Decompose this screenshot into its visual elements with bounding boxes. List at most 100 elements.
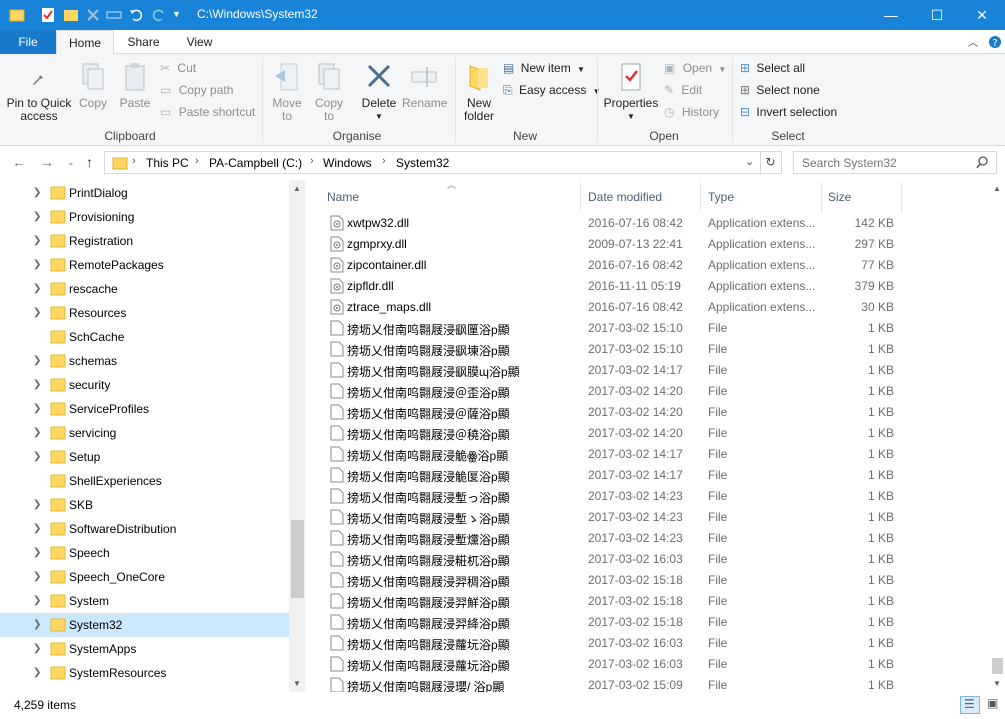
expand-chevron-icon[interactable]: ❯ [33,403,41,414]
expand-chevron-icon[interactable]: ❯ [33,307,41,318]
edit-button[interactable]: ✎ Edit [664,83,702,97]
file-row[interactable]: 搒坜乂佄南呜翾屐浸觤匽浴p顯 2017-03-02 14:17 File 1 KB [326,465,901,486]
rename-button[interactable]: Rename [402,62,447,110]
paste-button[interactable]: Paste [118,62,152,110]
back-arrow-icon[interactable]: ← [12,154,26,170]
file-row[interactable]: 搒坜乂佄南呜翾屐浸＠歪浴p顯 2017-03-02 14:20 File 1 KB [326,381,901,402]
file-list-scroll-thumb[interactable] [992,658,1003,674]
help-icon[interactable]: ? [988,35,1002,49]
tab-view[interactable]: View [171,30,228,54]
file-row[interactable]: 搒坜乂佄南呜翾屐浸羿鮮浴p顯 2017-03-02 15:18 File 1 KB [326,591,901,612]
file-row[interactable]: 搒坜乂佄南呜翾屐浸塹っ浴p顯 2017-03-02 14:23 File 1 KB [326,486,901,507]
customize-quick-access-chevron-icon[interactable]: ▼ [172,9,188,25]
cut-button[interactable]: ✂ Cut [160,61,196,75]
tab-home[interactable]: Home [56,30,114,55]
new-item-button[interactable]: ▤ New item ▼ [503,61,585,75]
up-arrow-icon[interactable]: ↑ [86,154,93,170]
expand-chevron-icon[interactable]: ❯ [33,235,41,246]
delete-icon[interactable] [85,7,101,23]
breadcrumb-separator-icon[interactable]: › [310,155,314,167]
column-divider[interactable] [700,183,701,211]
breadcrumb-separator-icon[interactable]: › [195,155,199,167]
tab-file[interactable]: File [0,30,56,54]
properties-button[interactable]: Properties ▼ [602,62,660,123]
file-row[interactable]: 搒坜乂佄南呜翾屐浸羿絳浴p顯 2017-03-02 15:18 File 1 KB [326,612,901,633]
breadcrumb-separator-icon[interactable]: › [132,155,136,167]
scroll-up-arrow-icon[interactable]: ▲ [293,184,301,193]
redo-icon[interactable] [151,7,167,23]
file-row[interactable]: 搒坜乂佄南呜翾屐浸蘿坃浴p顯 2017-03-02 16:03 File 1 KB [326,654,901,675]
file-row[interactable]: 搒坜乂佄南呜翾屐浸蘿坃浴p顯 2017-03-02 16:03 File 1 KB [326,633,901,654]
rename-icon[interactable] [106,7,122,23]
nav-item-resources[interactable]: ❯ Resources [0,301,289,325]
nav-item-security[interactable]: ❯ security [0,373,289,397]
expand-chevron-icon[interactable]: ❯ [33,355,41,366]
file-row[interactable]: 搒坜乂佄南呜翾屐浸飖埬浴p顯 2017-03-02 15:10 File 1 KB [326,339,901,360]
file-row[interactable]: 搒坜乂佄南呜翾屐浸塹爣浴p顯 2017-03-02 14:23 File 1 KB [326,528,901,549]
nav-item-speech-onecore[interactable]: ❯ Speech_OneCore [0,565,289,589]
new-folder-icon[interactable] [63,7,79,23]
file-row[interactable]: 搒坜乂佄南呜翾屐浸飖匰浴p顯 2017-03-02 15:10 File 1 KB [326,318,901,339]
nav-item-shellexperiences[interactable]: ShellExperiences [0,469,289,493]
file-row[interactable]: 搒坜乂佄南呜翾屐浸＠薩浴p顯 2017-03-02 14:20 File 1 KB [326,402,901,423]
expand-chevron-icon[interactable]: ❯ [33,667,41,678]
select-all-button[interactable]: ⊞ Select all [740,61,805,75]
file-row[interactable]: 搒坜乂佄南呜翾屐浸塹ゝ浴p顯 2017-03-02 14:23 File 1 KB [326,507,901,528]
nav-item-remotepackages[interactable]: ❯ RemotePackages [0,253,289,277]
column-header-date[interactable]: Date modified [588,185,662,210]
expand-chevron-icon[interactable]: ❯ [33,283,41,294]
expand-chevron-icon[interactable]: ❯ [33,379,41,390]
file-row[interactable]: ztrace_maps.dll 2016-07-16 08:42 Applicati… [326,297,901,318]
large-icons-view-button[interactable]: ▣ [984,696,1002,714]
history-button[interactable]: ◷ History [664,105,719,119]
scroll-up-arrow-icon[interactable]: ▲ [993,184,1001,193]
breadcrumb-drive[interactable]: PA-Campbell (C:) [209,156,302,170]
invert-selection-button[interactable]: ⊟ Invert selection [740,105,837,119]
file-list-scrollbar[interactable]: ▲ ▼ [990,180,1005,692]
scroll-down-arrow-icon[interactable]: ▼ [293,679,301,688]
nav-item-skb[interactable]: ❯ SKB [0,493,289,517]
open-button[interactable]: ▣ Open ▼ [664,61,726,75]
close-button[interactable]: ✕ [959,0,1005,30]
properties-icon[interactable] [40,7,56,23]
nav-item-serviceprofiles[interactable]: ❯ ServiceProfiles [0,397,289,421]
breadcrumb-this-pc[interactable]: This PC [146,156,189,170]
delete-button[interactable]: Delete ▼ [359,62,399,123]
expand-chevron-icon[interactable]: ❯ [33,619,41,630]
nav-item-rescache[interactable]: ❯ rescache [0,277,289,301]
minimize-button[interactable]: — [868,0,914,30]
nav-item-registration[interactable]: ❯ Registration [0,229,289,253]
nav-scroll-thumb[interactable] [291,520,304,598]
expand-chevron-icon[interactable]: ❯ [33,427,41,438]
expand-chevron-icon[interactable]: ❯ [33,523,41,534]
copy-button[interactable]: Copy [76,62,110,110]
file-row[interactable]: 搒坜乂佄南呜翾屐浸瓔/ 浴p顯 2017-03-02 15:09 File 1 KB [326,675,901,692]
undo-icon[interactable] [128,7,144,23]
expand-chevron-icon[interactable]: ❯ [33,187,41,198]
file-row[interactable]: zgmprxy.dll 2009-07-13 22:41 Application e… [326,234,901,255]
delete-dropdown-icon[interactable]: ▼ [359,110,399,123]
maximize-button[interactable]: ☐ [914,0,960,30]
column-header-name[interactable]: Name [327,185,359,210]
details-view-button[interactable]: ☰ [960,696,980,714]
breadcrumb-separator-icon[interactable]: › [382,155,386,167]
easy-access-button[interactable]: ⎘ Easy access ▼ [503,83,601,98]
breadcrumb-system32[interactable]: System32 [396,156,449,170]
nav-item-softwaredistribution[interactable]: ❯ SoftwareDistribution [0,517,289,541]
nav-item-schcache[interactable]: SchCache [0,325,289,349]
copy-to-button[interactable]: Copy to [312,62,346,123]
file-row[interactable]: 搒坜乂佄南呜翾屐浸羿稠浴p顯 2017-03-02 15:18 File 1 KB [326,570,901,591]
expand-chevron-icon[interactable]: ❯ [33,451,41,462]
nav-item-speech[interactable]: ❯ Speech [0,541,289,565]
minimize-ribbon-chevron-icon[interactable]: ︿ [968,34,978,49]
nav-item-servicing[interactable]: ❯ servicing [0,421,289,445]
column-divider[interactable] [580,183,581,211]
expand-chevron-icon[interactable]: ❯ [33,547,41,558]
column-divider[interactable] [901,183,902,211]
file-row[interactable]: 搒坜乂佄南呜翾屐浸糚杌浴p顯 2017-03-02 16:03 File 1 KB [326,549,901,570]
nav-scrollbar[interactable]: ▲ ▼ [289,180,305,692]
file-row[interactable]: zipfldr.dll 2016-11-11 05:19 Application e… [326,276,901,297]
breadcrumb-windows[interactable]: Windows [323,156,372,170]
nav-item-printdialog[interactable]: ❯ PrintDialog [0,181,289,205]
expand-chevron-icon[interactable]: ❯ [33,571,41,582]
